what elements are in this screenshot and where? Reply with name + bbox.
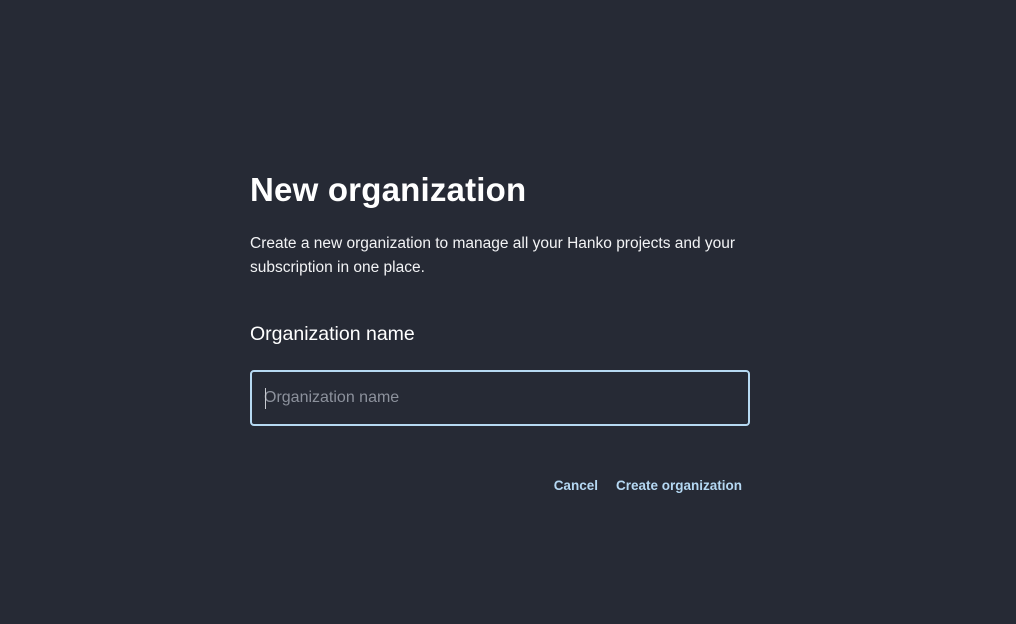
organization-name-label: Organization name xyxy=(250,323,415,345)
text-caret xyxy=(265,388,266,409)
create-organization-button[interactable]: Create organization xyxy=(616,477,742,495)
form-actions: Cancel Create organization xyxy=(250,477,750,495)
new-organization-form: New organization Create a new organizati… xyxy=(250,168,750,495)
new-organization-page: New organization Create a new organizati… xyxy=(0,0,1016,624)
organization-name-input[interactable] xyxy=(252,372,748,424)
cancel-button[interactable]: Cancel xyxy=(554,477,598,495)
organization-name-field[interactable] xyxy=(250,370,750,426)
page-title: New organization xyxy=(250,171,527,208)
page-description: Create a new organization to manage all … xyxy=(250,235,736,276)
